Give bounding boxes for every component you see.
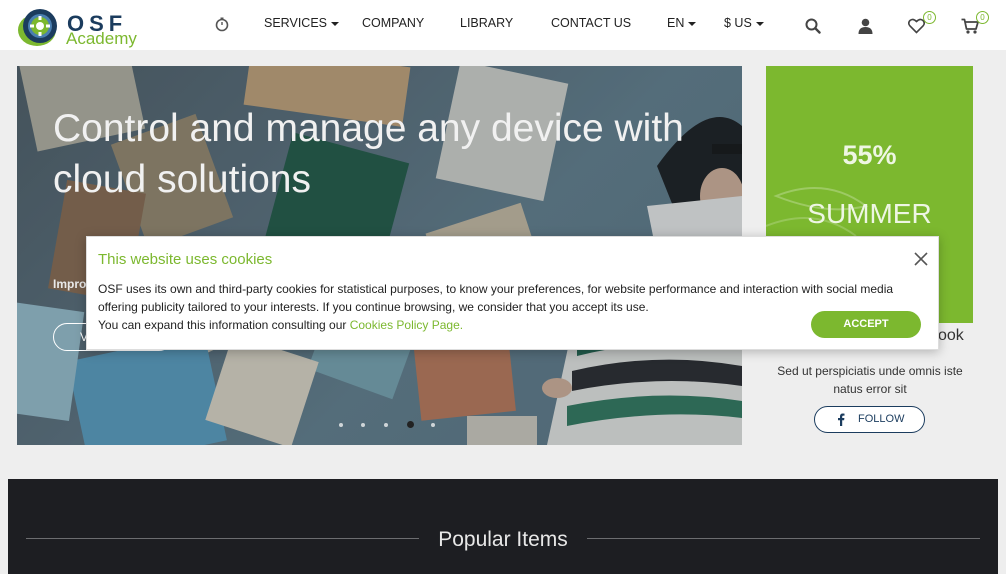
chevron-down-icon — [331, 21, 339, 26]
section-title: Popular Items — [438, 528, 568, 551]
carousel-dot-active[interactable] — [407, 421, 414, 428]
cookie-expand-text: You can expand this information consulti… — [98, 318, 350, 332]
facebook-widget-text: Sed ut perspiciatis unde omnis iste natu… — [777, 364, 963, 396]
facebook-follow-button[interactable]: FOLLOW — [814, 406, 925, 433]
language-label: EN — [667, 16, 685, 30]
cookie-title: This website uses cookies — [98, 251, 273, 268]
nav-services-label: SERVICES — [264, 16, 327, 30]
site-header: OSF Academy SERVICES COMPANY LIBRARY CON… — [0, 0, 1006, 50]
accept-button[interactable]: ACCEPT — [811, 311, 921, 338]
cookie-consent-dialog: This website uses cookies OSF uses its o… — [86, 236, 939, 350]
heart-icon[interactable] — [908, 18, 925, 34]
cookie-text: OSF uses its own and third-party cookies… — [98, 280, 908, 334]
carousel-dot[interactable] — [384, 423, 388, 427]
cookie-body-text: OSF uses its own and third-party cookies… — [98, 282, 894, 314]
popular-items-section: Popular Items — [8, 479, 998, 574]
close-icon[interactable] — [913, 251, 929, 267]
carousel-dot[interactable] — [339, 423, 343, 427]
timer-icon[interactable] — [214, 16, 230, 32]
user-icon[interactable] — [858, 18, 873, 34]
cookie-expand-line: You can expand this information consulti… — [98, 316, 908, 334]
nav-library[interactable]: LIBRARY — [460, 15, 513, 31]
nav-services[interactable]: SERVICES — [264, 15, 339, 31]
logo[interactable]: OSF Academy — [16, 6, 146, 48]
carousel-dot[interactable] — [431, 423, 435, 427]
chevron-down-icon — [755, 21, 764, 26]
nav-company[interactable]: COMPANY — [362, 15, 424, 31]
promo-text: SUMMER — [807, 198, 932, 229]
cookie-period: . — [459, 318, 464, 332]
logo-subtext: Academy — [66, 29, 137, 48]
follow-label: FOLLOW — [858, 413, 905, 425]
facebook-icon — [838, 413, 845, 426]
nav-contact[interactable]: CONTACT US — [551, 15, 631, 31]
cart-count-badge: 0 — [976, 11, 989, 24]
currency-dropdown[interactable]: $ US — [724, 15, 764, 31]
facebook-widget-title: ook — [938, 327, 964, 344]
carousel-dot[interactable] — [361, 423, 365, 427]
logo-mark-icon — [18, 9, 57, 46]
cookies-policy-link[interactable]: Cookies Policy Page — [350, 318, 460, 332]
hero-title: Control and manage any device with cloud… — [53, 107, 684, 201]
search-icon[interactable] — [805, 18, 821, 34]
language-dropdown[interactable]: EN — [667, 15, 697, 31]
promo-percent: 55% — [842, 140, 897, 170]
wishlist-count-badge: 0 — [923, 11, 936, 24]
chevron-down-icon — [688, 21, 697, 26]
currency-label: $ US — [724, 16, 752, 30]
